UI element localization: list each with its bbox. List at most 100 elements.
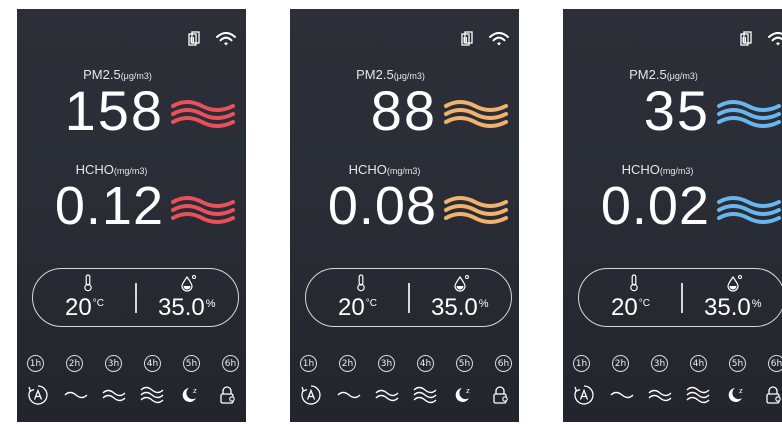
timer-row: 1h 2h 3h 4h 5h 6h [300, 355, 512, 372]
timer-button[interactable]: 4h [144, 355, 161, 372]
child-lock-icon [220, 386, 235, 404]
fan-high-button[interactable] [413, 384, 437, 406]
status-bar [740, 31, 782, 47]
humidity-icon [454, 275, 469, 292]
fan-medium-icon [648, 389, 672, 402]
temperature-unit: °C [92, 298, 104, 309]
thermometer-icon [84, 274, 92, 292]
pm25-value: 158 [64, 79, 164, 142]
svg-text:z: z [193, 387, 197, 395]
status-bar [188, 31, 236, 47]
child-lock-button[interactable] [762, 384, 782, 406]
svg-text:z: z [739, 387, 743, 395]
humidity-value: 35.0 [431, 294, 478, 321]
mode-row: z [299, 384, 513, 406]
hcho-value: 0.08 [327, 176, 437, 236]
timer-button[interactable]: 2h [612, 355, 629, 372]
fan-medium-button[interactable] [102, 384, 126, 406]
mode-row: z [572, 384, 782, 406]
humidity-unit: % [205, 298, 216, 310]
fan-medium-icon [375, 389, 399, 402]
humidity-unit: % [478, 298, 489, 310]
thermometer-icon [630, 274, 638, 292]
sleep-mode-icon: z [728, 387, 743, 402]
svg-text:z: z [466, 387, 470, 395]
air-quality-wave-icon [171, 196, 235, 224]
auto-mode-button[interactable] [572, 384, 596, 406]
fan-high-icon [140, 386, 164, 404]
fan-medium-button[interactable] [375, 384, 399, 406]
humidity-icon [181, 275, 196, 292]
child-lock-button[interactable] [216, 384, 240, 406]
humidity-icon [727, 275, 742, 292]
environment-box: 20°C 35.0% [32, 268, 239, 327]
timer-button[interactable]: 1h [300, 355, 317, 372]
pm25-value: 88 [370, 79, 437, 142]
environment-box: 20°C 35.0% [578, 268, 782, 327]
sleep-mode-button[interactable]: z [724, 384, 748, 406]
wifi-icon [489, 31, 509, 45]
timer-button[interactable]: 6h [495, 355, 512, 372]
timer-button[interactable]: 3h [651, 355, 668, 372]
fan-medium-button[interactable] [648, 384, 672, 406]
fan-low-button[interactable] [337, 384, 361, 406]
auto-mode-icon [574, 385, 594, 405]
divider [408, 283, 410, 313]
air-quality-wave-icon [717, 196, 781, 224]
device-panel-1: PM2.5(μg/m3) 158 HCHO(mg/m3) 0.12 20°C 3… [17, 9, 246, 422]
air-quality-wave-icon [444, 196, 508, 224]
timer-button[interactable]: 1h [27, 355, 44, 372]
device-panel-2: PM2.5(μg/m3) 88 HCHO(mg/m3) 0.08 20°C 35… [290, 9, 519, 422]
divider [681, 283, 683, 313]
sleep-mode-icon: z [182, 387, 197, 402]
hcho-value: 0.02 [600, 176, 710, 236]
fan-low-button[interactable] [610, 384, 634, 406]
humidity-value: 35.0 [704, 294, 751, 321]
mode-row: z [26, 384, 240, 406]
timer-row: 1h 2h 3h 4h 5h 6h [27, 355, 239, 372]
timer-button[interactable]: 4h [690, 355, 707, 372]
child-lock-button[interactable] [489, 384, 513, 406]
auto-mode-icon [28, 385, 48, 405]
timer-button[interactable]: 5h [183, 355, 200, 372]
fan-high-icon [413, 386, 437, 404]
auto-mode-button[interactable] [299, 384, 323, 406]
fan-low-icon [337, 391, 361, 399]
hcho-value: 0.12 [54, 176, 164, 236]
timer-button[interactable]: 1h [573, 355, 590, 372]
timer-button[interactable]: 5h [456, 355, 473, 372]
timer-button[interactable]: 3h [105, 355, 122, 372]
divider [135, 283, 137, 313]
child-lock-icon [766, 386, 781, 404]
timer-button[interactable]: 6h [222, 355, 239, 372]
sleep-mode-button[interactable]: z [451, 384, 475, 406]
temperature-unit: °C [638, 298, 650, 309]
fan-high-button[interactable] [686, 384, 710, 406]
fan-low-icon [610, 391, 634, 399]
timer-button[interactable]: 4h [417, 355, 434, 372]
auto-mode-icon [301, 385, 321, 405]
temperature-unit: °C [365, 298, 377, 309]
temperature-value: 20 [611, 294, 638, 321]
device-panel-3: PM2.5(μg/m3) 35 HCHO(mg/m3) 0.02 20°C 35… [563, 9, 782, 422]
timer-button[interactable]: 6h [768, 355, 782, 372]
thermometer-icon [357, 274, 365, 292]
fan-high-button[interactable] [140, 384, 164, 406]
timer-button[interactable]: 3h [378, 355, 395, 372]
sleep-mode-button[interactable]: z [178, 384, 202, 406]
wifi-icon [216, 31, 236, 45]
filter-icon [461, 31, 473, 46]
humidity-unit: % [751, 298, 762, 310]
pm25-value: 35 [643, 79, 710, 142]
timer-button[interactable]: 2h [339, 355, 356, 372]
timer-button[interactable]: 5h [729, 355, 746, 372]
temperature-value: 20 [338, 294, 365, 321]
child-lock-icon [493, 386, 508, 404]
auto-mode-button[interactable] [26, 384, 50, 406]
status-bar [461, 31, 509, 47]
temperature-value: 20 [65, 294, 92, 321]
fan-low-button[interactable] [64, 384, 88, 406]
wifi-icon [768, 31, 782, 45]
fan-low-icon [64, 391, 88, 399]
timer-button[interactable]: 2h [66, 355, 83, 372]
